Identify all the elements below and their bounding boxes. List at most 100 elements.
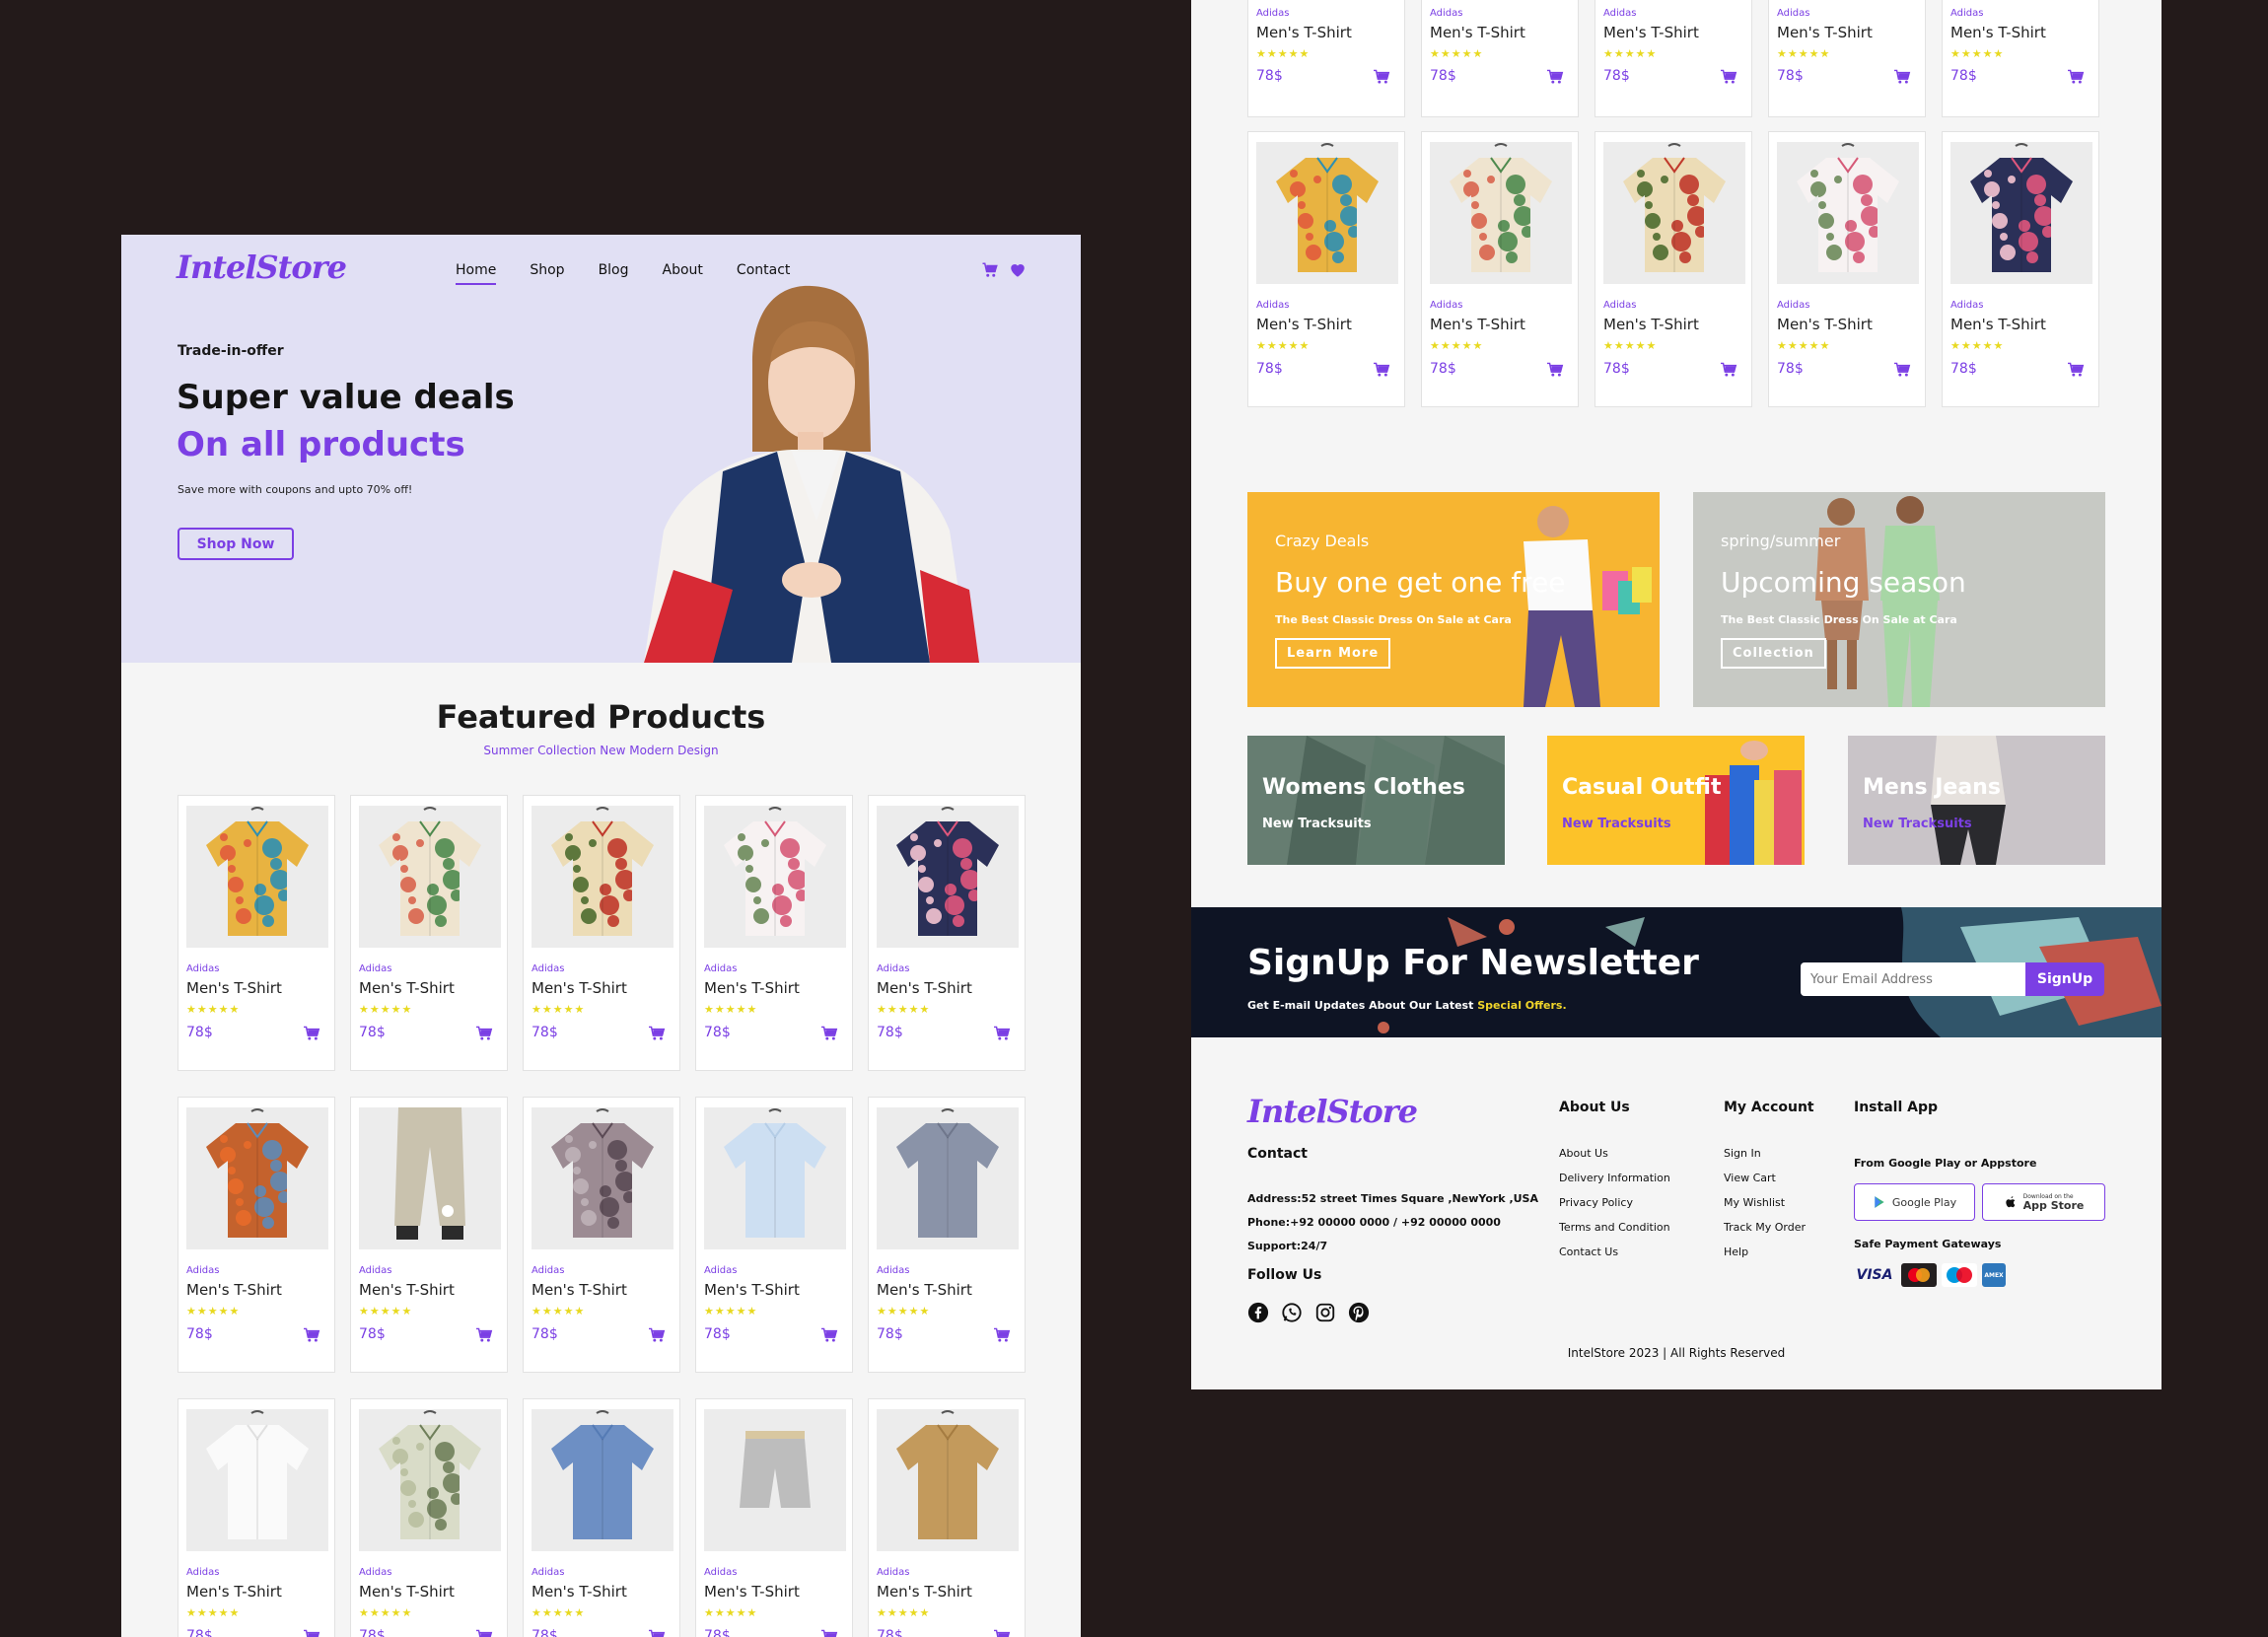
product-name[interactable]: Men's T-Shirt [532, 1281, 627, 1299]
product-image[interactable] [877, 1409, 1019, 1551]
add-to-cart-icon[interactable] [993, 1629, 1011, 1637]
footer-logo[interactable]: IntelStore [1247, 1093, 1418, 1130]
add-to-cart-icon[interactable] [475, 1327, 493, 1343]
product-name[interactable]: Men's T-Shirt [1950, 316, 2046, 333]
product-card[interactable]: Adidas Men's T-Shirt ★★★★★ 78$ [1768, 131, 1926, 407]
product-card[interactable]: Adidas Men's T-Shirt ★★★★★ 78$ [350, 1097, 508, 1373]
add-to-cart-icon[interactable] [303, 1327, 320, 1343]
product-card[interactable]: Adidas Men's T-Shirt ★★★★★ 78$ [1942, 0, 2099, 117]
product-card[interactable]: Adidas Men's T-Shirt ★★★★★ 78$ [1421, 131, 1579, 407]
heart-icon[interactable] [1009, 261, 1027, 279]
product-name[interactable]: Men's T-Shirt [704, 1281, 800, 1299]
product-name[interactable]: Men's T-Shirt [1256, 24, 1352, 41]
product-card[interactable]: Adidas Men's T-Shirt ★★★★★ 78$ [868, 1398, 1026, 1637]
facebook-icon[interactable] [1247, 1302, 1269, 1323]
footer-link-wishlist[interactable]: My Wishlist [1724, 1196, 1785, 1209]
product-image[interactable] [186, 1107, 328, 1249]
product-name[interactable]: Men's T-Shirt [1777, 316, 1873, 333]
product-name[interactable]: Men's T-Shirt [186, 1281, 282, 1299]
product-image[interactable] [1256, 142, 1398, 284]
product-card[interactable]: Adidas Men's T-Shirt ★★★★★ 78$ [1942, 131, 2099, 407]
banner-mens-jeans[interactable]: Mens Jeans New Tracksuits [1848, 736, 2105, 865]
collection-button[interactable]: Collection [1721, 638, 1826, 669]
product-image[interactable] [704, 1409, 846, 1551]
product-name[interactable]: Men's T-Shirt [186, 1583, 282, 1601]
add-to-cart-icon[interactable] [475, 1629, 493, 1637]
site-logo[interactable]: IntelStore [177, 249, 347, 286]
add-to-cart-icon[interactable] [648, 1327, 666, 1343]
product-image[interactable] [532, 806, 673, 948]
add-to-cart-icon[interactable] [2067, 362, 2085, 378]
shop-now-button[interactable]: Shop Now [177, 528, 294, 560]
product-card[interactable]: Adidas Men's T-Shirt ★★★★★ 78$ [350, 795, 508, 1071]
add-to-cart-icon[interactable] [1373, 362, 1390, 378]
add-to-cart-icon[interactable] [1893, 69, 1911, 85]
product-card[interactable]: Adidas Men's T-Shirt ★★★★★ 78$ [350, 1398, 508, 1637]
product-name[interactable]: Men's T-Shirt [1950, 24, 2046, 41]
product-name[interactable]: Men's T-Shirt [1430, 316, 1525, 333]
product-name[interactable]: Men's T-Shirt [877, 979, 972, 997]
product-image[interactable] [704, 1107, 846, 1249]
signup-button[interactable]: SignUp [2025, 962, 2104, 996]
product-name[interactable]: Men's T-Shirt [532, 1583, 627, 1601]
product-image[interactable] [1430, 142, 1572, 284]
product-name[interactable]: Men's T-Shirt [186, 979, 282, 997]
product-image[interactable] [532, 1107, 673, 1249]
app-store-button[interactable]: Download on the App Store [1982, 1183, 2105, 1221]
footer-link-help[interactable]: Help [1724, 1246, 1748, 1258]
add-to-cart-icon[interactable] [820, 1026, 838, 1041]
product-card[interactable]: Adidas Men's T-Shirt ★★★★★ 78$ [177, 1097, 335, 1373]
nav-home[interactable]: Home [456, 262, 497, 285]
product-image[interactable] [359, 1107, 501, 1249]
product-card[interactable]: Adidas Men's T-Shirt ★★★★★ 78$ [1595, 131, 1752, 407]
whatsapp-icon[interactable] [1281, 1302, 1303, 1323]
product-card[interactable]: Adidas Men's T-Shirt ★★★★★ 78$ [1421, 0, 1579, 117]
product-name[interactable]: Men's T-Shirt [1603, 316, 1699, 333]
add-to-cart-icon[interactable] [820, 1629, 838, 1637]
add-to-cart-icon[interactable] [1720, 362, 1737, 378]
product-name[interactable]: Men's T-Shirt [704, 979, 800, 997]
product-card[interactable]: Adidas Men's T-Shirt ★★★★★ 78$ [1247, 0, 1405, 117]
add-to-cart-icon[interactable] [1546, 69, 1564, 85]
product-image[interactable] [877, 806, 1019, 948]
banner-casual-outfit[interactable]: Casual Outfit New Tracksuits [1547, 736, 1805, 865]
product-name[interactable]: Men's T-Shirt [877, 1583, 972, 1601]
product-image[interactable] [1603, 142, 1745, 284]
product-name[interactable]: Men's T-Shirt [359, 1583, 455, 1601]
footer-link-signin[interactable]: Sign In [1724, 1147, 1761, 1160]
banner-crazy-deals[interactable]: Crazy Deals Buy one get one free The Bes… [1247, 492, 1660, 707]
footer-link-cart[interactable]: View Cart [1724, 1172, 1776, 1184]
add-to-cart-icon[interactable] [303, 1629, 320, 1637]
nav-shop[interactable]: Shop [530, 262, 564, 285]
learn-more-button[interactable]: Learn More [1275, 638, 1391, 669]
add-to-cart-icon[interactable] [2067, 69, 2085, 85]
product-image[interactable] [877, 1107, 1019, 1249]
footer-link-contact[interactable]: Contact Us [1559, 1246, 1618, 1258]
footer-link-about[interactable]: About Us [1559, 1147, 1608, 1160]
add-to-cart-icon[interactable] [820, 1327, 838, 1343]
product-image[interactable] [359, 1409, 501, 1551]
add-to-cart-icon[interactable] [1546, 362, 1564, 378]
instagram-icon[interactable] [1314, 1302, 1336, 1323]
product-name[interactable]: Men's T-Shirt [532, 979, 627, 997]
email-input[interactable] [1801, 962, 2025, 996]
product-name[interactable]: Men's T-Shirt [1256, 316, 1352, 333]
footer-link-delivery[interactable]: Delivery Information [1559, 1172, 1670, 1184]
add-to-cart-icon[interactable] [1893, 362, 1911, 378]
product-image[interactable] [1950, 142, 2092, 284]
product-card[interactable]: Adidas Men's T-Shirt ★★★★★ 78$ [868, 1097, 1026, 1373]
footer-link-terms[interactable]: Terms and Condition [1559, 1221, 1670, 1234]
footer-link-privacy[interactable]: Privacy Policy [1559, 1196, 1633, 1209]
product-card[interactable]: Adidas Men's T-Shirt ★★★★★ 78$ [177, 1398, 335, 1637]
pinterest-icon[interactable] [1348, 1302, 1370, 1323]
add-to-cart-icon[interactable] [993, 1026, 1011, 1041]
product-card[interactable]: Adidas Men's T-Shirt ★★★★★ 78$ [523, 1398, 680, 1637]
product-card[interactable]: Adidas Men's T-Shirt ★★★★★ 78$ [695, 1398, 853, 1637]
product-name[interactable]: Men's T-Shirt [704, 1583, 800, 1601]
add-to-cart-icon[interactable] [993, 1327, 1011, 1343]
add-to-cart-icon[interactable] [303, 1026, 320, 1041]
product-card[interactable]: Adidas Men's T-Shirt ★★★★★ 78$ [1595, 0, 1752, 117]
product-card[interactable]: Adidas Men's T-Shirt ★★★★★ 78$ [695, 795, 853, 1071]
banner-womens-clothes[interactable]: Womens Clothes New Tracksuits [1247, 736, 1505, 865]
product-image[interactable] [186, 1409, 328, 1551]
